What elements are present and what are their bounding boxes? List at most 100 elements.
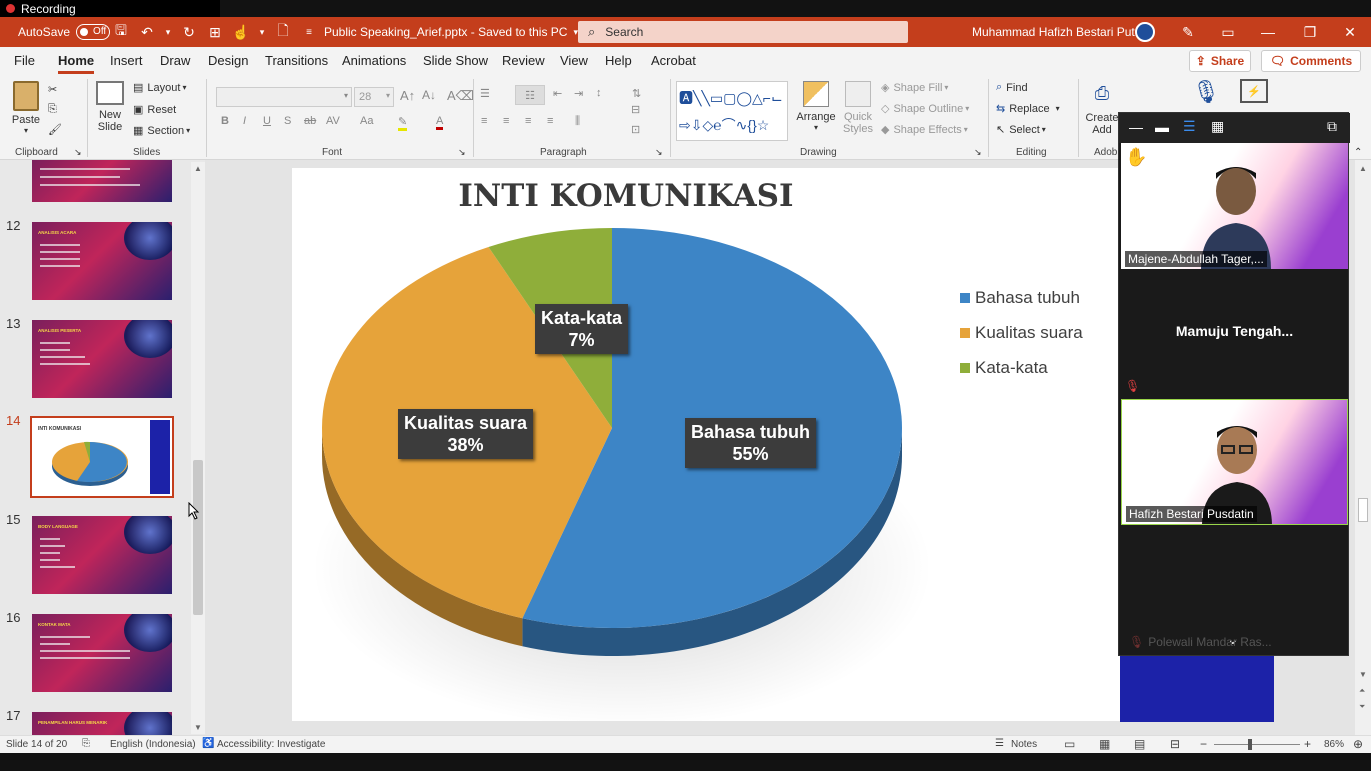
shape-fill-button[interactable]: ◈ Shape Fill ▾ [881, 81, 948, 95]
connector-icon[interactable]: ⌐ [763, 88, 771, 108]
zoom-slider-thumb[interactable] [1248, 739, 1252, 750]
format-painter-icon[interactable]: 🖌 [48, 123, 62, 136]
justify-icon[interactable]: ≡ [547, 115, 553, 127]
gallery-view-icon[interactable]: ▦ [1211, 118, 1224, 135]
restore-icon[interactable]: ❐ [1290, 17, 1330, 47]
columns-icon[interactable]: ⫼ [575, 115, 580, 128]
tab-home[interactable]: Home [58, 53, 95, 74]
redo-icon[interactable]: ↻ [180, 23, 198, 41]
scroll-up-icon[interactable]: ▲ [1359, 164, 1367, 173]
bullets-icon[interactable]: ☰ [480, 87, 490, 100]
participant-video[interactable]: ✋ Majene-Abdullah Tager,... [1121, 143, 1348, 269]
text-direction-icon[interactable]: ⇅ [632, 87, 641, 100]
present-icon[interactable]: ⊞ [206, 23, 224, 41]
align-right-icon[interactable]: ≡ [525, 115, 531, 127]
slide-thumbnail[interactable] [32, 160, 172, 202]
chart-legend[interactable]: Bahasa tubuh Kualitas suara Kata-kata [960, 280, 1083, 385]
language-status[interactable]: English (Indonesia) [110, 739, 196, 750]
scrollbar-thumb[interactable] [193, 460, 203, 615]
data-label-kata-kata[interactable]: Kata-kata 7% [535, 304, 629, 354]
underline-icon[interactable]: U [263, 115, 271, 127]
close-icon[interactable]: ✕ [1330, 17, 1370, 47]
change-case-icon[interactable]: Aa [360, 115, 373, 127]
slideshow-icon[interactable]: ⊟ [1170, 737, 1180, 751]
tab-view[interactable]: View [560, 53, 588, 68]
dialog-launcher-icon[interactable]: ↘ [655, 147, 663, 158]
participant-video-active[interactable]: Hafizh Bestari Pusdatin [1121, 399, 1348, 525]
dialog-launcher-icon[interactable]: ↘ [458, 147, 466, 158]
slide-canvas[interactable]: INTI KOMUNIKASI Bahasa tubuh 55% Kualita… [292, 168, 1120, 721]
minimize-icon[interactable]: — [1129, 119, 1143, 135]
shape-outline-button[interactable]: ◇ Shape Outline ▾ [881, 102, 969, 116]
fit-to-window-icon[interactable]: ⊕ [1353, 737, 1363, 751]
tab-file[interactable]: File [14, 53, 35, 68]
share-button[interactable]: ⇪ Share [1189, 50, 1251, 72]
smartart-icon[interactable]: ⊡ [631, 123, 640, 136]
dialog-launcher-icon[interactable]: ↘ [974, 147, 982, 158]
create-pdf-button[interactable]: ⎙ Create Add [1085, 83, 1119, 136]
tab-draw[interactable]: Draw [160, 53, 190, 68]
oval-icon[interactable]: ◯ [736, 88, 752, 108]
reading-view-icon[interactable]: ▤ [1134, 737, 1145, 751]
tab-animations[interactable]: Animations [342, 53, 406, 68]
accessibility-icon[interactable]: ♿ [202, 738, 214, 749]
avatar[interactable] [1135, 17, 1155, 47]
prev-slide-icon[interactable]: ⏶ [1359, 686, 1365, 696]
find-button[interactable]: ⌕ Find [996, 81, 1028, 94]
speaker-view-icon[interactable]: ☰ [1183, 118, 1196, 135]
increase-indent-icon[interactable]: ⇥ [574, 87, 583, 100]
scroll-up-icon[interactable]: ▲ [194, 164, 202, 173]
spell-check-icon[interactable]: ⎘ [82, 738, 90, 749]
replace-button[interactable]: ⇆ Replace ▾ [996, 102, 1060, 116]
chevron-down-icon[interactable]: ▾ [164, 23, 172, 41]
next-slide-icon[interactable]: ⏷ [1359, 702, 1365, 712]
select-button[interactable]: ↖ Select ▾ [996, 123, 1046, 137]
arc-icon[interactable]: ⌒ [722, 115, 736, 135]
document-title[interactable]: Public Speaking_Arief.pptx - Saved to th… [324, 17, 578, 47]
notes-icon[interactable]: ☰ [995, 738, 1004, 749]
search-input[interactable]: ⌕ Search [578, 21, 908, 43]
line-icon[interactable]: ╲ [701, 88, 709, 108]
exit-fullscreen-icon[interactable]: ⧉ [1327, 118, 1337, 135]
decrease-indent-icon[interactable]: ⇤ [553, 87, 562, 100]
char-spacing-icon[interactable]: AV [326, 115, 340, 127]
slide-thumbnail[interactable]: BODY LANGUAGE [32, 516, 172, 594]
shadow-icon[interactable]: S [284, 115, 291, 127]
customize-qat-icon[interactable]: ≡ [300, 23, 318, 41]
shape-effects-button[interactable]: ◆ Shape Effects ▾ [881, 123, 968, 137]
slide-thumbnail[interactable]: KONTAK MATA [32, 614, 172, 692]
decrease-font-icon[interactable]: A↓ [422, 88, 436, 102]
section-button[interactable]: ▦ Section ▾ [133, 124, 190, 138]
connector-icon[interactable]: ⌙ [771, 88, 783, 108]
layout-button[interactable]: ▤ Layout ▾ [133, 81, 186, 95]
increase-font-icon[interactable]: A↑ [400, 88, 415, 103]
dictate-icon[interactable]: 🎙 [1192, 79, 1220, 105]
zoom-in-icon[interactable]: + [1304, 737, 1311, 751]
data-label-kualitas-suara[interactable]: Kualitas suara 38% [398, 409, 534, 459]
zoom-slider[interactable] [1214, 744, 1300, 745]
numbering-icon[interactable]: ☷ [515, 85, 545, 105]
scroll-down-icon[interactable]: ▼ [1359, 670, 1367, 679]
slide-sorter-icon[interactable]: ▦ [1099, 737, 1110, 751]
user-name[interactable]: Muhammad Hafizh Bestari Putra [972, 17, 1145, 47]
participant-name[interactable]: Mamuju Tengah... [1119, 323, 1350, 339]
chevron-down-icon[interactable]: ▾ [258, 23, 266, 41]
editor-scrollbar[interactable]: ▲ ▼ ⏶ ⏷ [1355, 160, 1371, 735]
rectangle-icon[interactable]: ▭ [710, 88, 723, 108]
freeform-icon[interactable]: ℮ [713, 115, 721, 135]
star-icon[interactable]: ☆ [757, 115, 770, 135]
autosave-toggle[interactable]: Off [76, 24, 111, 40]
participant-name[interactable]: 🎙 Polewali Mandar Ras... [1129, 635, 1272, 649]
comments-button[interactable]: 🗨 Comments [1261, 50, 1361, 72]
thumbnail-scrollbar[interactable]: ▲ ▼ [191, 162, 205, 734]
textbox-icon[interactable]: 🅰 [679, 88, 693, 108]
paste-button[interactable]: Paste ▾ [10, 81, 42, 135]
bold-icon[interactable]: B [221, 115, 229, 127]
slide-thumbnail-selected[interactable]: INTI KOMUNIKASI [30, 416, 174, 498]
arrow-down-icon[interactable]: ⇩ [691, 115, 703, 135]
autosave[interactable]: AutoSave Off [18, 17, 111, 47]
notes-button[interactable]: Notes [1011, 739, 1037, 750]
minimize-icon[interactable]: — [1248, 17, 1288, 47]
copy-icon[interactable]: ⎘ [48, 103, 57, 116]
cut-icon[interactable]: ✂ [48, 83, 57, 96]
